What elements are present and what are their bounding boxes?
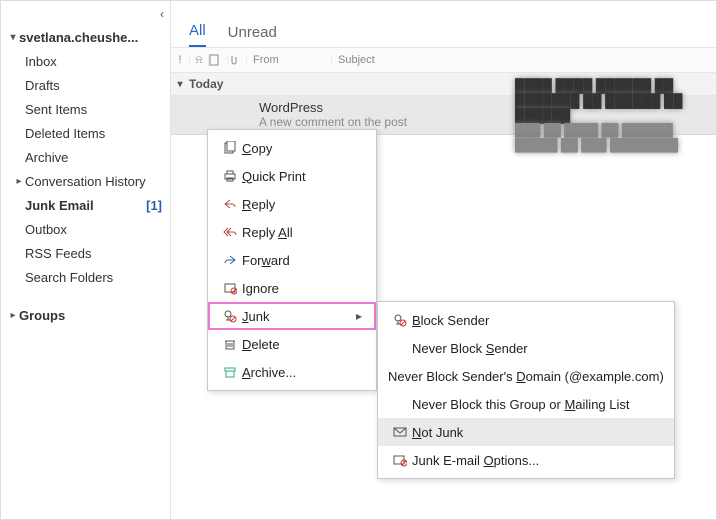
account-label: svetlana.cheushe... <box>19 30 162 45</box>
ignore-icon <box>218 281 242 295</box>
archive-icon <box>218 365 242 379</box>
envelope-icon <box>388 425 412 439</box>
message-snippet-blurred: ███ ██ ████ ██ ██████ █████ ██ ███ █████… <box>515 123 706 153</box>
subject-column[interactable]: Subject <box>332 54 716 66</box>
folder-outbox[interactable]: Outbox <box>1 217 170 241</box>
junk-submenu: Block Sender Never Block Sender Never Bl… <box>377 301 675 479</box>
column-headers: ! ⍾ From Subject <box>171 47 716 73</box>
menu-archive[interactable]: Archive... <box>208 358 376 386</box>
filter-tabs: All Unread <box>171 1 716 47</box>
menu-reply-all[interactable]: Reply All <box>208 218 376 246</box>
chevron-right-icon: ▸ <box>7 310 19 321</box>
menu-delete[interactable]: Delete <box>208 330 376 358</box>
menu-ignore[interactable]: Ignore <box>208 274 376 302</box>
attachment-column-icon[interactable] <box>228 54 247 66</box>
folder-deleted-items[interactable]: Deleted Items <box>1 121 170 145</box>
sidebar-collapse-button[interactable]: ‹ <box>160 7 164 21</box>
reply-icon <box>218 197 242 211</box>
chevron-down-icon: ▾ <box>7 32 19 43</box>
groups-node[interactable]: ▸ Groups <box>1 303 170 327</box>
folder-sidebar: ‹ ▾ svetlana.cheushe... Inbox Drafts Sen… <box>1 1 171 519</box>
folder-sent-items[interactable]: Sent Items <box>1 97 170 121</box>
submenu-not-junk[interactable]: Not Junk <box>378 418 674 446</box>
context-menu: Copy Quick Print Reply Reply All Forward… <box>207 129 377 391</box>
folder-conversation-history[interactable]: ▸ Conversation History <box>1 169 170 193</box>
chevron-down-icon: ▾ <box>171 79 189 90</box>
message-preview: A new comment on the post <box>259 115 515 130</box>
message-from: WordPress <box>259 100 515 115</box>
importance-column-icon[interactable]: ! <box>171 54 190 66</box>
menu-forward[interactable]: Forward <box>208 246 376 274</box>
menu-junk[interactable]: Junk ▸ <box>208 302 376 330</box>
tab-all[interactable]: All <box>189 22 206 47</box>
from-column[interactable]: From <box>247 54 332 66</box>
folder-inbox[interactable]: Inbox <box>1 49 170 73</box>
menu-reply[interactable]: Reply <box>208 190 376 218</box>
junk-icon <box>218 309 242 323</box>
forward-icon <box>218 253 242 267</box>
folder-archive[interactable]: Archive <box>1 145 170 169</box>
chevron-right-icon: ▸ <box>13 176 25 187</box>
message-subject-blurred: ████ ████ ██████ ██ ███████ ██ ██████ ██… <box>515 78 706 123</box>
submenu-junk-options[interactable]: Junk E-mail Options... <box>378 446 674 474</box>
copy-icon <box>218 141 242 155</box>
account-node[interactable]: ▾ svetlana.cheushe... <box>1 25 170 49</box>
block-sender-icon <box>388 313 412 327</box>
unread-count: [1] <box>146 198 162 213</box>
menu-quick-print[interactable]: Quick Print <box>208 162 376 190</box>
submenu-never-block-domain[interactable]: Never Block Sender's Domain (@example.co… <box>378 362 674 390</box>
folder-junk-email[interactable]: Junk Email [1] <box>1 193 170 217</box>
print-icon <box>218 169 242 183</box>
reply-all-icon <box>218 225 242 239</box>
menu-copy[interactable]: Copy <box>208 134 376 162</box>
reminder-column-icon[interactable]: ⍾ <box>190 54 209 67</box>
submenu-arrow-icon: ▸ <box>336 309 362 323</box>
delete-icon <box>218 337 242 351</box>
folder-search-folders[interactable]: Search Folders <box>1 265 170 289</box>
submenu-block-sender[interactable]: Block Sender <box>378 306 674 334</box>
folder-tree: ▾ svetlana.cheushe... Inbox Drafts Sent … <box>1 7 170 327</box>
submenu-never-block-group[interactable]: Never Block this Group or Mailing List <box>378 390 674 418</box>
folder-drafts[interactable]: Drafts <box>1 73 170 97</box>
app-window: ‹ ▾ svetlana.cheushe... Inbox Drafts Sen… <box>0 0 717 520</box>
tab-unread[interactable]: Unread <box>228 24 277 47</box>
icon-column[interactable] <box>209 54 228 66</box>
submenu-never-block-sender[interactable]: Never Block Sender <box>378 334 674 362</box>
junk-options-icon <box>388 453 412 467</box>
folder-rss-feeds[interactable]: RSS Feeds <box>1 241 170 265</box>
